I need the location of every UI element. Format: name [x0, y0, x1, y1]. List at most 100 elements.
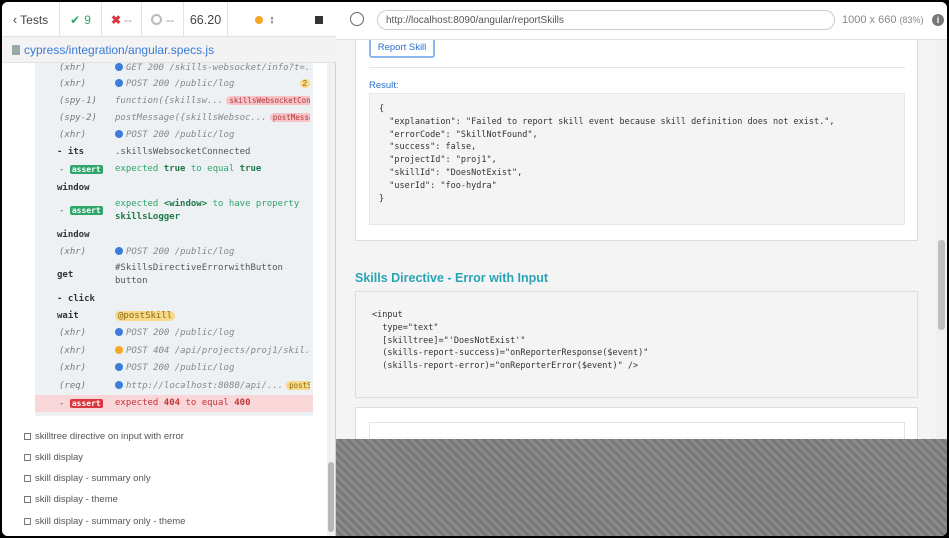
code-block: <input type="text" [skilltree]="'DoesNot… [372, 310, 649, 372]
assert-badge: assert [69, 164, 103, 174]
command-name: (spy-2) [59, 112, 97, 123]
assert-message: expected true to equal true [115, 164, 262, 174]
command-message: function({skillsw...skillsWebsocketConne… [115, 95, 310, 106]
command-name: (xhr) [59, 345, 87, 356]
test-item[interactable]: skill display [24, 450, 83, 464]
command-row[interactable]: 14get#SkillsDirectiveErrorwithButton but… [35, 260, 313, 290]
command-message: GET 200 /skills-websocket/info?t=... [115, 63, 310, 73]
command-message: POST 200 /public/log [115, 362, 234, 373]
assert-badge: assert [69, 398, 103, 408]
alias-tag: postMessage [269, 112, 310, 122]
command-name: window [57, 229, 90, 240]
xhr-dot-icon [115, 246, 123, 255]
command-row[interactable]: (xhr) POST 404 /api/projects/proj1/skil..… [35, 342, 313, 359]
command-row[interactable]: 17- assertexpected 404 to equal 400 [35, 395, 313, 412]
command-name: (xhr) [59, 78, 87, 89]
command-row[interactable]: (xhr) POST 200 /public/log [35, 324, 313, 341]
test-status-icon [24, 453, 31, 461]
chevron-left-icon: ‹ [12, 12, 18, 27]
command-row[interactable]: (spy-1) function({skillsw... skillsWebsock… [35, 92, 313, 109]
command-name: (xhr) [59, 362, 87, 373]
report-skill-button[interactable]: Report Skill [369, 40, 435, 58]
command-row[interactable]: 15- click [35, 290, 313, 307]
stop-button[interactable] [302, 2, 336, 37]
command-log-panel: ‹ Tests ✔ 9 ✖ -- -- 66.20 ↕ cypress/integr… [2, 2, 336, 536]
file-icon [12, 44, 20, 55]
command-message: POST 200 /public/log [115, 246, 234, 257]
selector-playground-icon[interactable] [350, 12, 364, 26]
duration: 66.20 [184, 2, 228, 37]
command-name: (spy-1) [59, 95, 97, 106]
command-row[interactable]: 9- its.skillsWebsocketConnected [35, 143, 313, 160]
back-to-tests-button[interactable]: ‹ Tests [2, 2, 60, 37]
tests-label: Tests [20, 12, 49, 27]
test-item[interactable]: skill display - theme [24, 493, 118, 507]
test-item[interactable]: skilltree directive on input with error [24, 429, 184, 443]
next-card [355, 407, 918, 439]
command-row[interactable]: (xhr) POST 200 /public/log [35, 126, 313, 143]
command-name: - its [57, 146, 85, 157]
command-message: POST 200 /public/log [115, 129, 234, 140]
command-row[interactable]: 12- assertexpected <window> to have prop… [35, 196, 313, 226]
command-list: (xhr) GET 200 /skills-websocket/info?t=..… [2, 63, 327, 416]
command-message: .skillsWebsocketConnected [115, 146, 251, 157]
viewport-info: 1000 x 660 (83%) [842, 14, 924, 26]
url-bar[interactable]: http://localhost:8090/angular/reportSkil… [377, 10, 835, 30]
alias-tag: postSkill [286, 380, 310, 390]
xhr-dot-icon [115, 129, 123, 138]
command-name: (xhr) [59, 129, 87, 140]
test-status-icon [24, 432, 31, 440]
repeat-count: 2 [299, 79, 310, 88]
test-item[interactable]: skill display - summary only - theme [24, 514, 185, 528]
viewport-background [336, 439, 947, 536]
test-item[interactable]: skill display - summary only [24, 472, 151, 486]
aut-header: http://localhost:8090/angular/reportSkil… [336, 2, 947, 40]
xhr-dot-icon [115, 63, 123, 71]
command-message: POST 404 /api/projects/proj1/skil... [115, 345, 310, 356]
info-icon[interactable]: i [932, 14, 944, 26]
command-name: (xhr) [59, 246, 87, 257]
test-status-icon [24, 517, 31, 525]
alias-tag: skillsWebsocketConnected [226, 95, 310, 105]
result-json: { "explanation": "Failed to report skill… [379, 104, 835, 204]
passed-count: ✔ 9 [60, 2, 102, 37]
xhr-dot-icon [115, 362, 123, 371]
cross-icon: ✖ [110, 12, 122, 27]
command-row[interactable]: (req) http://localhost:8080/api/...postSk… [35, 377, 313, 394]
assert-badge: assert [69, 206, 103, 215]
command-message: #SkillsDirectiveErrorwithButton button [115, 263, 283, 286]
section-title: Skills Directive - Error with Input [355, 271, 549, 285]
command-message: POST 200 /public/log [115, 327, 234, 338]
command-row[interactable]: (xhr) POST 200 /public/log [35, 359, 313, 376]
report-card: Report Skill Result: { "explanation": "F… [355, 40, 918, 241]
command-message: POST 200 /public/log [115, 78, 234, 89]
command-row[interactable]: 16wait@postSkill [35, 307, 313, 324]
failed-count: ✖ -- [102, 2, 142, 37]
left-scrollbar[interactable] [327, 63, 335, 536]
command-row[interactable]: (xhr) POST 200 /public/log 2 [35, 75, 313, 92]
command-name: - click [57, 293, 95, 304]
command-name: wait [57, 310, 79, 321]
xhr-dot-icon [115, 327, 123, 336]
pending-circle-icon [151, 14, 162, 25]
check-icon: ✔ [70, 12, 81, 27]
test-status-icon [24, 496, 31, 504]
command-row[interactable]: (spy-2) postMessage({skillsWebsoc... postM… [35, 109, 313, 126]
auto-scroll-toggle[interactable]: ↕ [228, 2, 302, 37]
command-row[interactable]: 10- assertexpected true to equal true [35, 161, 313, 178]
command-message: @postSkill [115, 310, 176, 321]
scroll-arrows-icon: ↕ [269, 13, 275, 26]
xhr-dot-icon [115, 380, 123, 389]
reporter-stats: ‹ Tests ✔ 9 ✖ -- -- 66.20 ↕ [2, 2, 336, 37]
result-label: Result: [369, 80, 399, 91]
right-scrollbar[interactable] [936, 40, 947, 439]
running-dot-icon [255, 15, 264, 24]
command-row[interactable]: 13window [35, 226, 313, 243]
assert-message: expected <window> to have property skill… [115, 199, 300, 222]
command-row[interactable]: 11window [35, 179, 313, 196]
command-row[interactable]: (xhr) POST 200 /public/log [35, 243, 313, 260]
stop-icon [315, 15, 323, 24]
pending-count: -- [142, 2, 184, 37]
code-card: <input type="text" [skilltree]="'DoesNot… [355, 291, 918, 398]
spec-path[interactable]: cypress/integration/angular.specs.js [2, 37, 336, 63]
